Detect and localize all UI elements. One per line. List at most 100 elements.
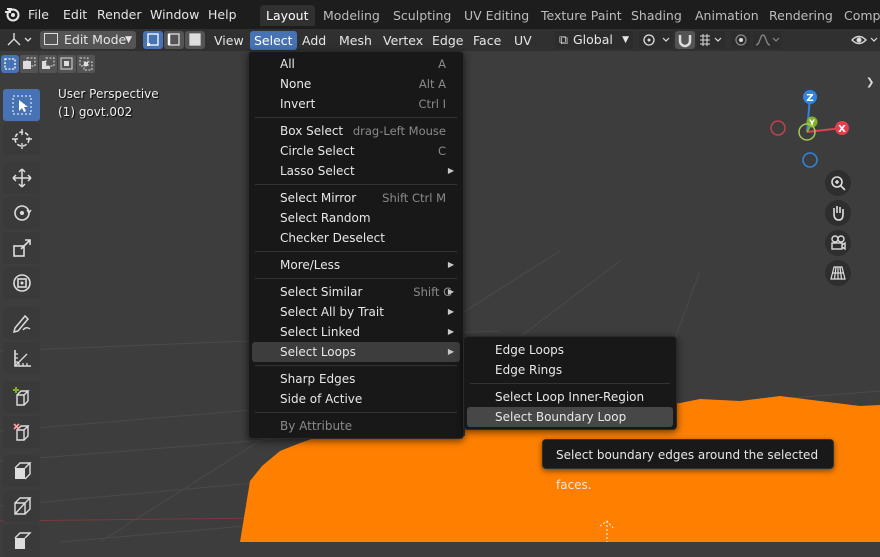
proportional-falloff-dropdown[interactable]	[753, 31, 781, 49]
tool-scale[interactable]	[3, 232, 40, 264]
submenu-item-select-boundary-loop[interactable]: Select Boundary Loop	[467, 407, 673, 427]
orientation-icon: ⧉	[559, 32, 568, 47]
menu-file[interactable]: File	[28, 7, 49, 22]
menu-render[interactable]: Render	[97, 7, 142, 22]
menu-item-label: Select Loops	[280, 345, 356, 359]
tool-select-box[interactable]	[3, 89, 40, 121]
menu-window[interactable]: Window	[150, 7, 199, 22]
tab-animation[interactable]: Animation	[689, 5, 765, 26]
menu-item-label: Circle Select	[280, 144, 355, 158]
menu-item-circle-select[interactable]: Circle Select C	[252, 141, 460, 161]
menu-item-label: All	[280, 57, 295, 71]
zoom-button[interactable]	[825, 170, 851, 196]
face-select-mode-button[interactable]	[185, 31, 205, 49]
zoom-icon	[831, 176, 846, 191]
tab-uv-editing[interactable]: UV Editing	[458, 5, 535, 26]
submenu-arrow-icon: ▶	[447, 287, 454, 296]
tool-add-cube[interactable]	[3, 381, 40, 413]
menu-item-select-mirror[interactable]: Select Mirror Shift Ctrl M	[252, 188, 460, 208]
tab-modeling[interactable]: Modeling	[317, 5, 386, 26]
menu-item-checker-deselect[interactable]: Checker Deselect	[252, 228, 460, 248]
eye-icon	[851, 35, 878, 45]
header-menu-uv[interactable]: UV	[510, 31, 536, 50]
orientation-dropdown[interactable]: ⧉ Global ▼	[555, 31, 633, 49]
visibility-dropdown[interactable]	[850, 31, 880, 49]
header-menu-mesh[interactable]: Mesh	[335, 31, 376, 50]
submenu-item-edge-loops[interactable]: Edge Loops	[467, 340, 673, 360]
editor-type-button[interactable]	[4, 31, 34, 49]
area-options-chevron-icon[interactable]: ❯	[866, 77, 874, 88]
tool-cursor[interactable]	[3, 123, 40, 155]
tab-shading[interactable]: Shading	[625, 5, 688, 26]
tool-transform[interactable]	[3, 267, 40, 299]
select-subtract-icon[interactable]	[39, 55, 57, 73]
tool-extrude[interactable]	[3, 416, 40, 448]
select-intersect-icon[interactable]	[77, 55, 95, 73]
transform-icon	[12, 274, 31, 292]
header-menu-add[interactable]: Add	[298, 31, 330, 50]
snap-target-dropdown[interactable]	[697, 31, 725, 49]
pivot-point-dropdown[interactable]	[639, 31, 673, 49]
menu-item-select-all-by-trait[interactable]: Select All by Trait ▶	[252, 302, 460, 322]
tool-bevel[interactable]	[3, 490, 40, 522]
tool-move[interactable]	[3, 162, 40, 194]
menu-help[interactable]: Help	[208, 7, 237, 22]
menu-item-none[interactable]: None Alt A	[252, 74, 460, 94]
menu-item-select-similar[interactable]: Select Similar Shift G ▶	[252, 282, 460, 302]
tab-compositing[interactable]: Compo	[838, 5, 880, 26]
hand-icon	[833, 206, 844, 221]
vertex-select-mode-button[interactable]	[143, 31, 163, 49]
perspective-toggle-button[interactable]	[825, 260, 851, 286]
tool-measure[interactable]	[3, 342, 40, 374]
submenu-item-edge-rings[interactable]: Edge Rings	[467, 360, 673, 380]
menu-separator	[255, 278, 457, 279]
proportional-edit-toggle[interactable]	[731, 31, 751, 49]
neg-x-axis-handle[interactable]	[770, 120, 786, 136]
tab-sculpting[interactable]: Sculpting	[387, 5, 457, 26]
tooltip: Select boundary edges around the selecte…	[542, 439, 834, 492]
menu-edit[interactable]: Edit	[63, 7, 87, 22]
menu-item-invert[interactable]: Invert Ctrl I	[252, 94, 460, 114]
header-menu-edge[interactable]: Edge	[428, 31, 467, 50]
proportional-edit-icon	[735, 34, 747, 46]
tool-annotate[interactable]	[3, 307, 40, 339]
pan-button[interactable]	[825, 200, 851, 226]
header-menu-view[interactable]: View	[210, 31, 248, 50]
select-new-icon[interactable]	[1, 55, 19, 73]
menu-item-box-select[interactable]: Box Select drag-Left Mouse	[252, 121, 460, 141]
header-menu-select[interactable]: Select	[250, 31, 297, 50]
menu-item-shortcut: Ctrl I	[418, 97, 446, 111]
select-extend-icon[interactable]	[20, 55, 38, 73]
menu-item-more-less[interactable]: More/Less ▶	[252, 255, 460, 275]
tab-texture-paint[interactable]: Texture Paint	[535, 5, 628, 26]
select-invert-icon[interactable]	[58, 55, 76, 73]
submenu-item-select-loop-inner-region[interactable]: Select Loop Inner-Region	[467, 387, 673, 407]
camera-icon	[831, 235, 846, 251]
neg-z-axis-handle[interactable]	[802, 152, 818, 168]
snap-toggle[interactable]	[675, 31, 695, 49]
menu-item-select-random[interactable]: Select Random	[252, 208, 460, 228]
edge-select-mode-button[interactable]	[164, 31, 184, 49]
tool-rotate[interactable]	[3, 197, 40, 229]
tool-loop-cut[interactable]	[3, 525, 40, 557]
menu-item-by-attribute[interactable]: By Attribute	[252, 416, 460, 436]
menu-item-side-of-active[interactable]: Side of Active	[252, 389, 460, 409]
scale-icon	[12, 239, 31, 257]
tab-rendering[interactable]: Rendering	[763, 5, 839, 26]
camera-view-button[interactable]	[825, 230, 851, 256]
menu-item-select-linked[interactable]: Select Linked ▶	[252, 322, 460, 342]
navigation-gizmo[interactable]: Z X Y	[765, 85, 865, 175]
menu-item-shortcut: Shift G	[413, 285, 452, 299]
menu-item-all[interactable]: All A	[252, 54, 460, 74]
blender-logo-icon[interactable]	[4, 6, 20, 22]
menu-item-lasso-select[interactable]: Lasso Select ▶	[252, 161, 460, 181]
menu-item-label: Edge Loops	[495, 343, 565, 357]
menu-item-sharp-edges[interactable]: Sharp Edges	[252, 369, 460, 389]
header-menu-vertex[interactable]: Vertex	[379, 31, 427, 50]
mode-dropdown[interactable]: Edit Mode ▼	[40, 31, 136, 49]
header-menu-face[interactable]: Face	[469, 31, 505, 50]
menu-item-select-loops[interactable]: Select Loops ▶	[252, 342, 460, 362]
menu-item-label: Edge Rings	[495, 363, 563, 377]
tool-inset[interactable]	[3, 455, 40, 487]
tab-layout[interactable]: Layout	[260, 5, 315, 26]
